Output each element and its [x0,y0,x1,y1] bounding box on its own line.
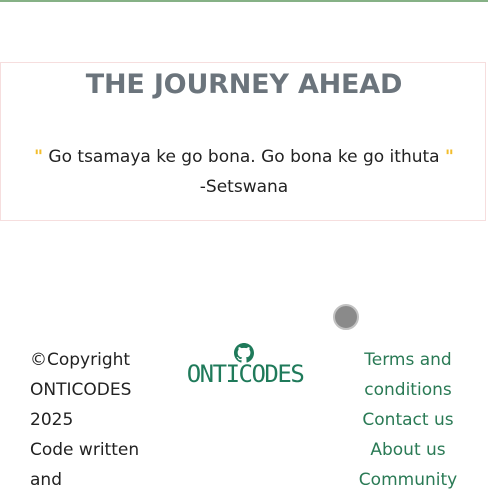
logo-text: ONTICODES [186,360,305,388]
copyright-text: ©Copyright ONTICODES 2025 Code written a… [30,345,154,495]
quote-text: Go tsamaya ke go bona. Go bona ke go ith… [48,147,440,167]
quote-title: THE JOURNEY AHEAD [85,69,403,100]
copyright-line: ONTICODES [30,380,132,400]
open-quote-mark: " [34,147,44,167]
community-link[interactable]: Community [340,465,476,495]
copyright-line: 2025 [30,410,74,430]
quote-source: -Setswana [199,177,289,197]
close-quote-mark: " [444,147,454,167]
about-link[interactable]: About us [340,435,476,465]
top-accent-bar [0,0,488,2]
copyright-line: Code written [30,440,140,460]
copyright-line: ©Copyright [30,350,131,370]
footer-links: Terms and conditions Contact us About us… [340,345,476,495]
quote-card: THE JOURNEY AHEAD " Go tsamaya ke go bon… [0,62,486,221]
contact-link[interactable]: Contact us [340,405,476,435]
scroll-to-top-button[interactable] [333,304,359,330]
terms-link[interactable]: Terms and conditions [340,345,476,405]
copyright-line: and [30,470,62,490]
quote-line: " Go tsamaya ke go bona. Go bona ke go i… [1,147,487,167]
onticodes-logo[interactable]: ONTICODES [177,343,313,388]
